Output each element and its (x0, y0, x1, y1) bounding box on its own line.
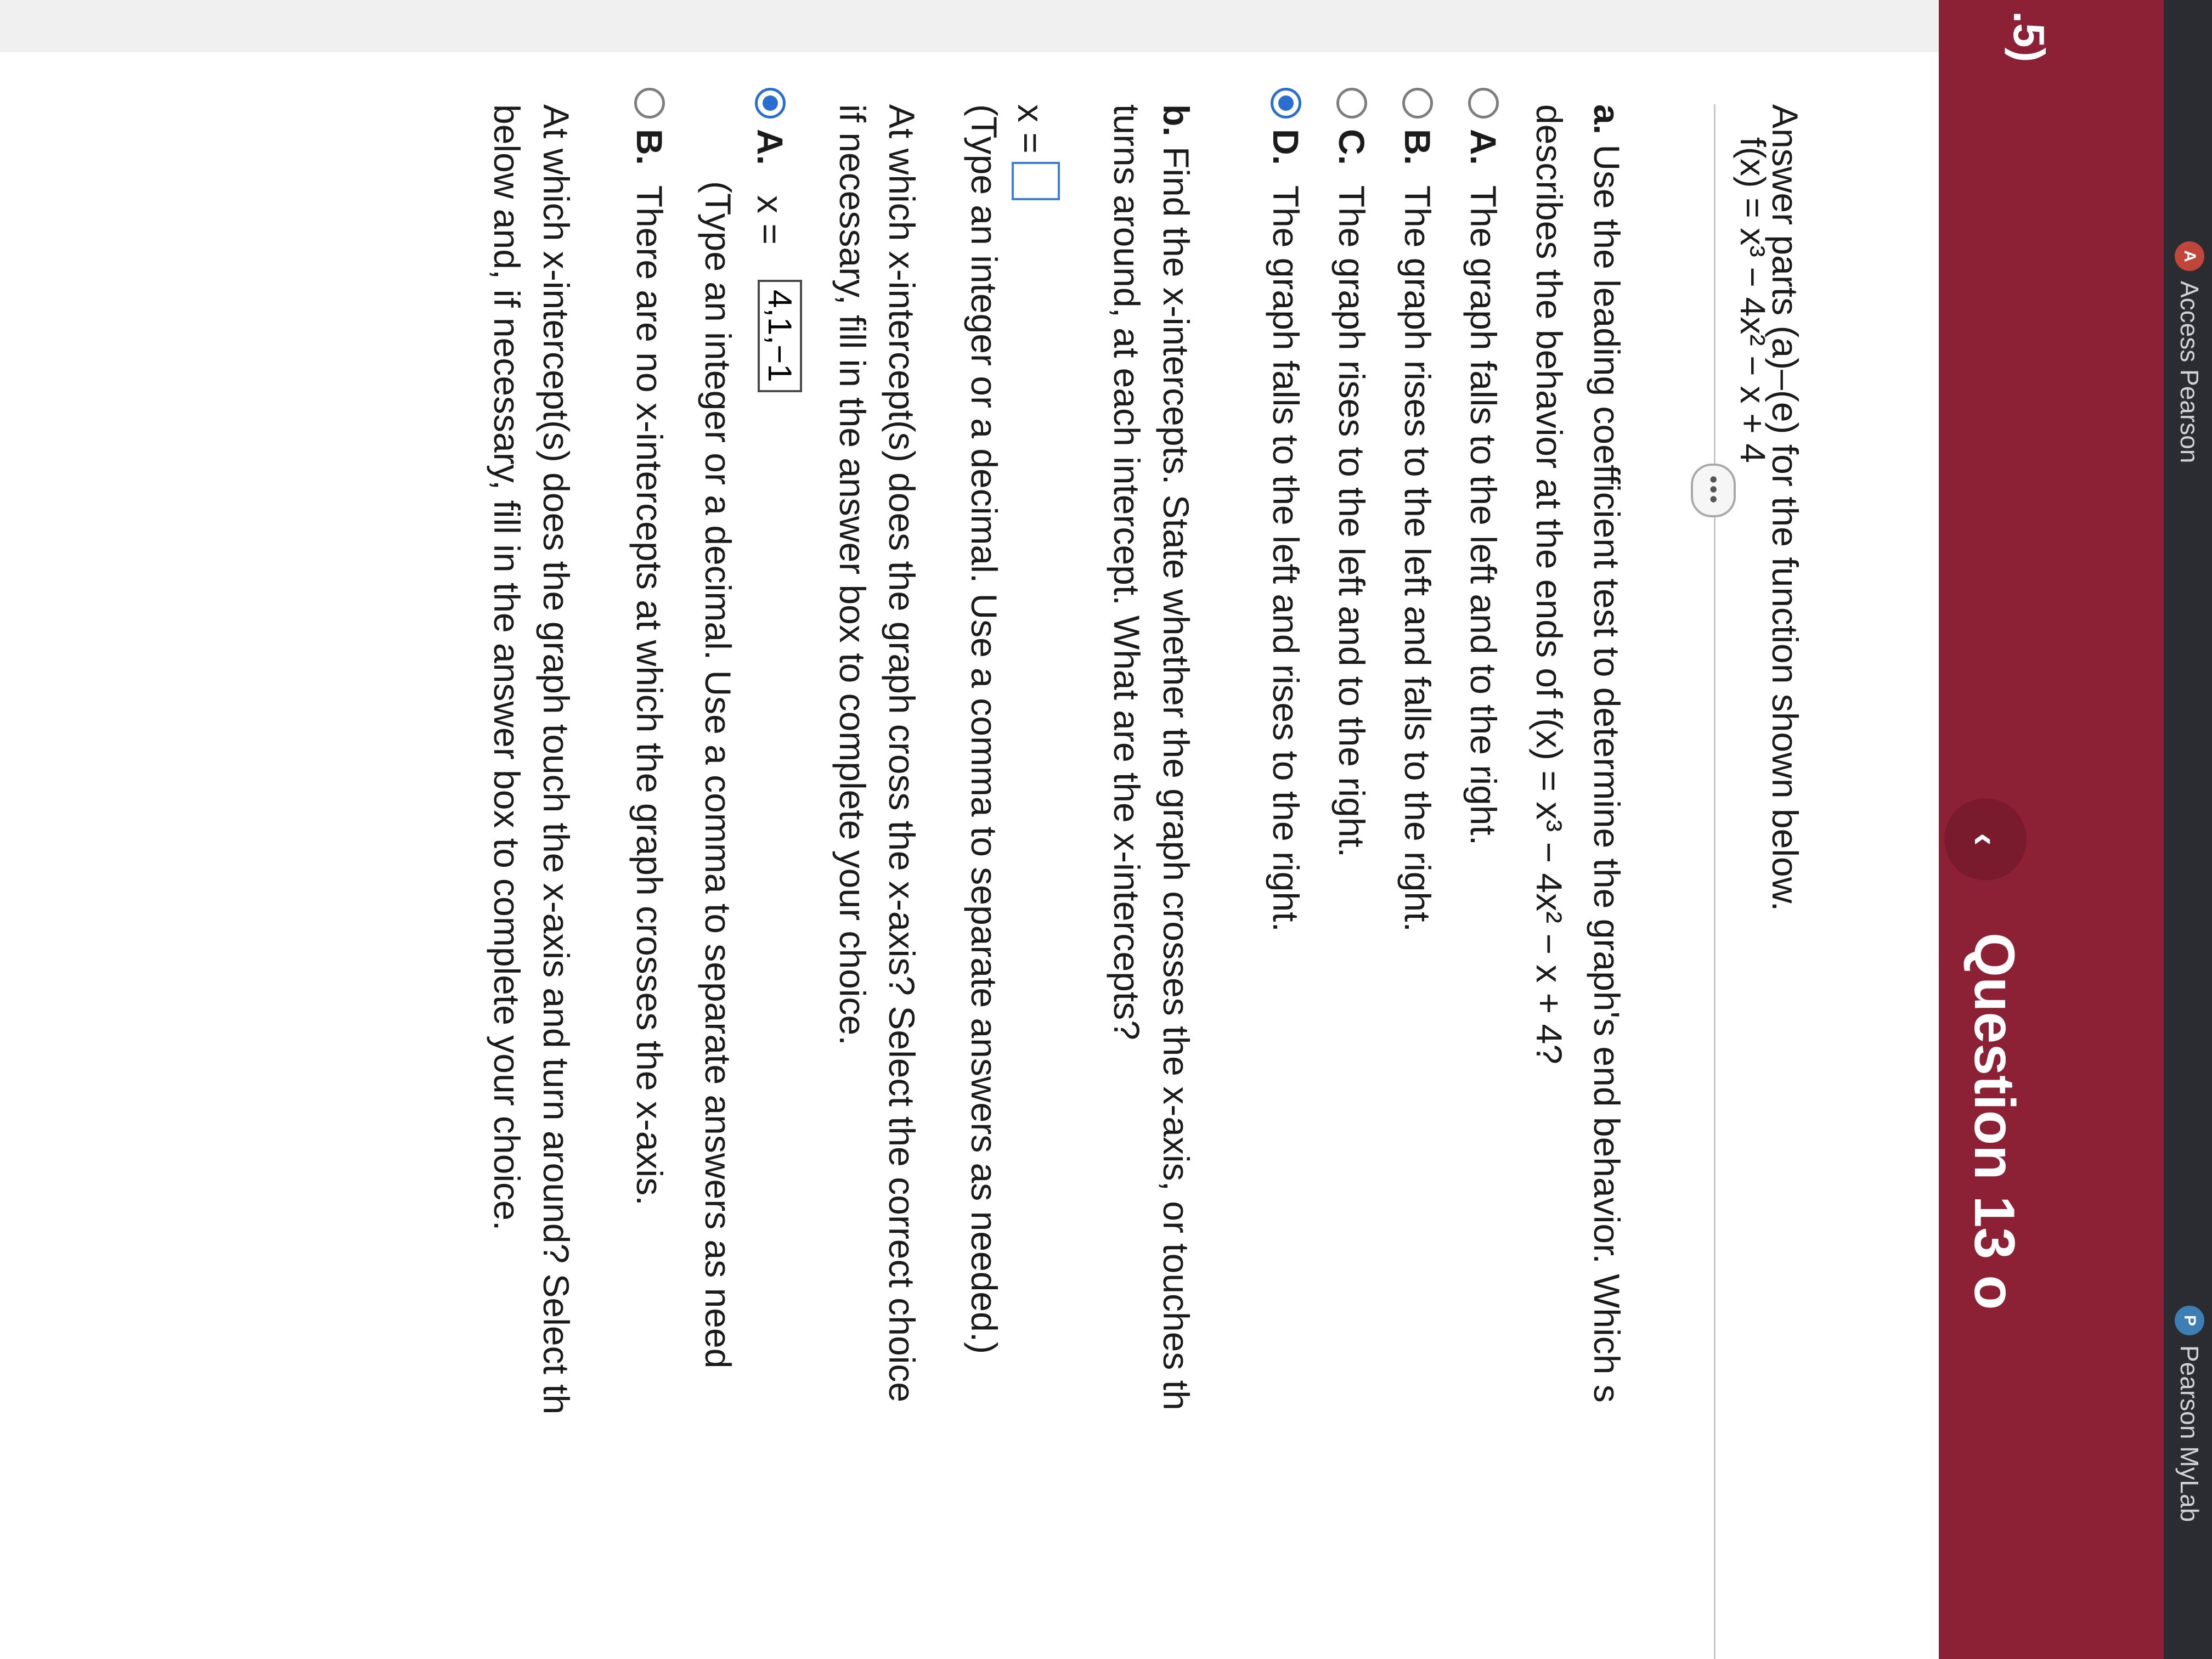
cross-option-b-letter: B. (629, 129, 670, 165)
cross-question-line2: if necessary, fill in the answer box to … (832, 104, 873, 1046)
part-b-question-line2: turns around, at each intercept. What ar… (1107, 104, 1147, 1040)
x-label: x = (1011, 104, 1051, 154)
ellipsis-icon: ••• (1701, 475, 1726, 505)
option-c[interactable]: C. The graph rises to the left and to th… (1331, 129, 1373, 857)
option-d[interactable]: D. The graph falls to the left and rises… (1265, 129, 1307, 932)
part-b-text: Find the x-intercepts. State whether the… (1156, 146, 1197, 1410)
more-options-button[interactable]: ••• (1691, 464, 1736, 517)
cross-option-b-text: There are no x-intercepts at which the g… (629, 185, 670, 1206)
part-b-label: b. (1156, 104, 1197, 137)
function-display: f(x) = x³ − 4x² − x + 4 (1733, 137, 1773, 463)
browser-tab-strip: A Access Pearson P Pearson MyLab (2164, 0, 2212, 1659)
part-a-question-line2: describes the behavior at the ends of f(… (1529, 104, 1570, 1064)
x-intercepts-input[interactable] (1012, 162, 1060, 200)
cross-option-a-letter: A. (750, 129, 791, 165)
rotated-page: A Access Pearson P Pearson MyLab .5) ‹ Q… (0, 0, 2212, 1659)
option-a-radio[interactable] (1468, 88, 1499, 119)
page: A Access Pearson P Pearson MyLab .5) ‹ Q… (0, 0, 2212, 1659)
option-b-letter: B. (1397, 129, 1438, 165)
option-c-text: The graph rises to the left and to the r… (1331, 185, 1372, 858)
option-a-letter: A. (1463, 129, 1504, 165)
part-a-label: a. (1587, 104, 1627, 135)
cross-option-b-radio[interactable] (634, 88, 665, 119)
cross-option-a-hint: (Type an integer or a decimal. Use a com… (698, 181, 738, 1369)
cross-option-b[interactable]: B. There are no x-intercepts at which th… (629, 129, 670, 1206)
left-gutter (0, 0, 1939, 52)
option-a-text: The graph falls to the left and to the r… (1463, 185, 1504, 846)
question-number: Question 13 o (1962, 933, 2026, 1310)
option-b-radio[interactable] (1402, 88, 1433, 119)
question-header: .5) ‹ Question 13 o (1939, 0, 2164, 1659)
option-b[interactable]: B. The graph rises to the left and falls… (1397, 129, 1438, 932)
option-a[interactable]: A. The graph falls to the left and to th… (1463, 129, 1504, 845)
cross-question-line1: At which x-intercept(s) does the graph c… (882, 104, 922, 1403)
pearson-p-icon: P (2175, 1306, 2204, 1335)
cross-option-a[interactable]: A. x = (749, 129, 791, 245)
option-b-text: The graph rises to the left and falls to… (1397, 185, 1438, 932)
option-c-radio[interactable] (1336, 88, 1367, 119)
option-d-letter: D. (1266, 129, 1306, 165)
previous-question-button[interactable]: ‹ (1944, 798, 2027, 881)
tab-access-pearson[interactable]: A Access Pearson (2175, 241, 2204, 463)
divider (1714, 104, 1716, 1659)
part-b-question-line1: b. Find the x-intercepts. State whether … (1155, 104, 1197, 1410)
option-d-radio[interactable] (1271, 88, 1301, 119)
touch-question-line2: below and, if necessary, fill in the ans… (487, 104, 527, 1231)
tab-pearson-mylab[interactable]: P Pearson MyLab (2175, 1306, 2204, 1522)
cross-option-a-prefix: x = (750, 195, 791, 245)
option-c-letter: C. (1331, 129, 1372, 165)
touch-question-line1: At which x-intercept(s) does the graph t… (536, 104, 577, 1415)
chevron-left-icon: ‹ (1964, 833, 2007, 846)
tab-label: Access Pearson (2175, 281, 2204, 464)
option-d-text: The graph falls to the left and rises to… (1266, 185, 1306, 932)
part-a-text: Use the leading coefficient test to dete… (1587, 144, 1627, 1403)
part-a-question-line1: a. Use the leading coefficient test to d… (1586, 104, 1628, 1403)
part-b-hint: (Type an integer or a decimal. Use a com… (964, 104, 1005, 1355)
cross-answer-box[interactable]: 4,1,−1 (758, 280, 802, 392)
pearson-logo-icon: A (2175, 241, 2204, 271)
tab-label: Pearson MyLab (2175, 1345, 2204, 1522)
section-number: .5) (2005, 11, 2053, 63)
cross-option-a-radio[interactable] (755, 88, 786, 119)
